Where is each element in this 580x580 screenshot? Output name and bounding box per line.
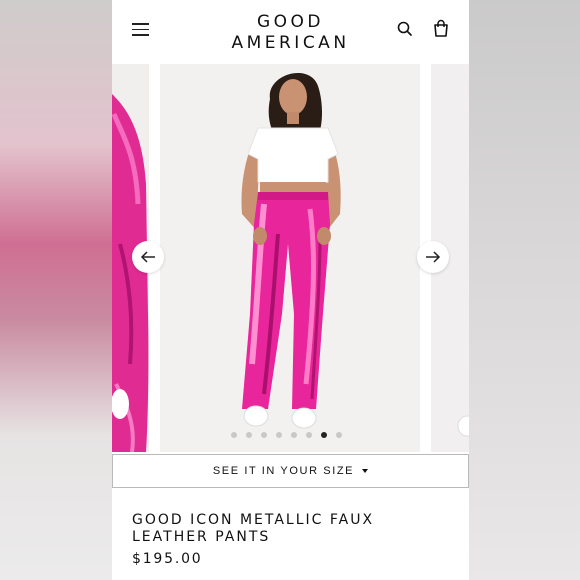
size-button-label: SEE IT IN YOUR SIZE: [212, 465, 355, 477]
arrow-right-icon[interactable]: [417, 241, 449, 273]
brand-logo-line-1[interactable]: GOOD: [112, 12, 469, 32]
carousel-dot[interactable]: [306, 432, 312, 438]
carousel-dot[interactable]: [276, 432, 282, 438]
carousel-dot[interactable]: [231, 432, 237, 438]
product-image-carousel[interactable]: [112, 64, 469, 454]
carousel-dot[interactable]: [321, 432, 327, 438]
shopping-bag-icon[interactable]: [432, 19, 450, 38]
main-product-image[interactable]: [160, 64, 420, 452]
product-price: $195.00: [132, 551, 203, 567]
see-it-in-your-size-button[interactable]: SEE IT IN YOUR SIZE: [112, 454, 469, 488]
arrow-left-icon[interactable]: [132, 241, 164, 273]
carousel-dot[interactable]: [291, 432, 297, 438]
backdrop-right: [468, 0, 580, 580]
search-icon[interactable]: [396, 20, 414, 38]
carousel-dot[interactable]: [246, 432, 252, 438]
caret-down-icon: [362, 469, 369, 473]
mobile-page: GOOD AMERICAN SEE IT IN YOUR SIZE GOOD I…: [112, 0, 469, 580]
product-title: GOOD ICON METALLIC FAUX LEATHER PANTS: [132, 512, 375, 545]
backdrop-left: [0, 0, 112, 580]
carousel-dot[interactable]: [336, 432, 342, 438]
site-header: GOOD AMERICAN: [112, 0, 469, 64]
carousel-pagination: [231, 432, 342, 442]
brand-logo-line-2[interactable]: AMERICAN: [112, 33, 469, 53]
carousel-dot[interactable]: [261, 432, 267, 438]
